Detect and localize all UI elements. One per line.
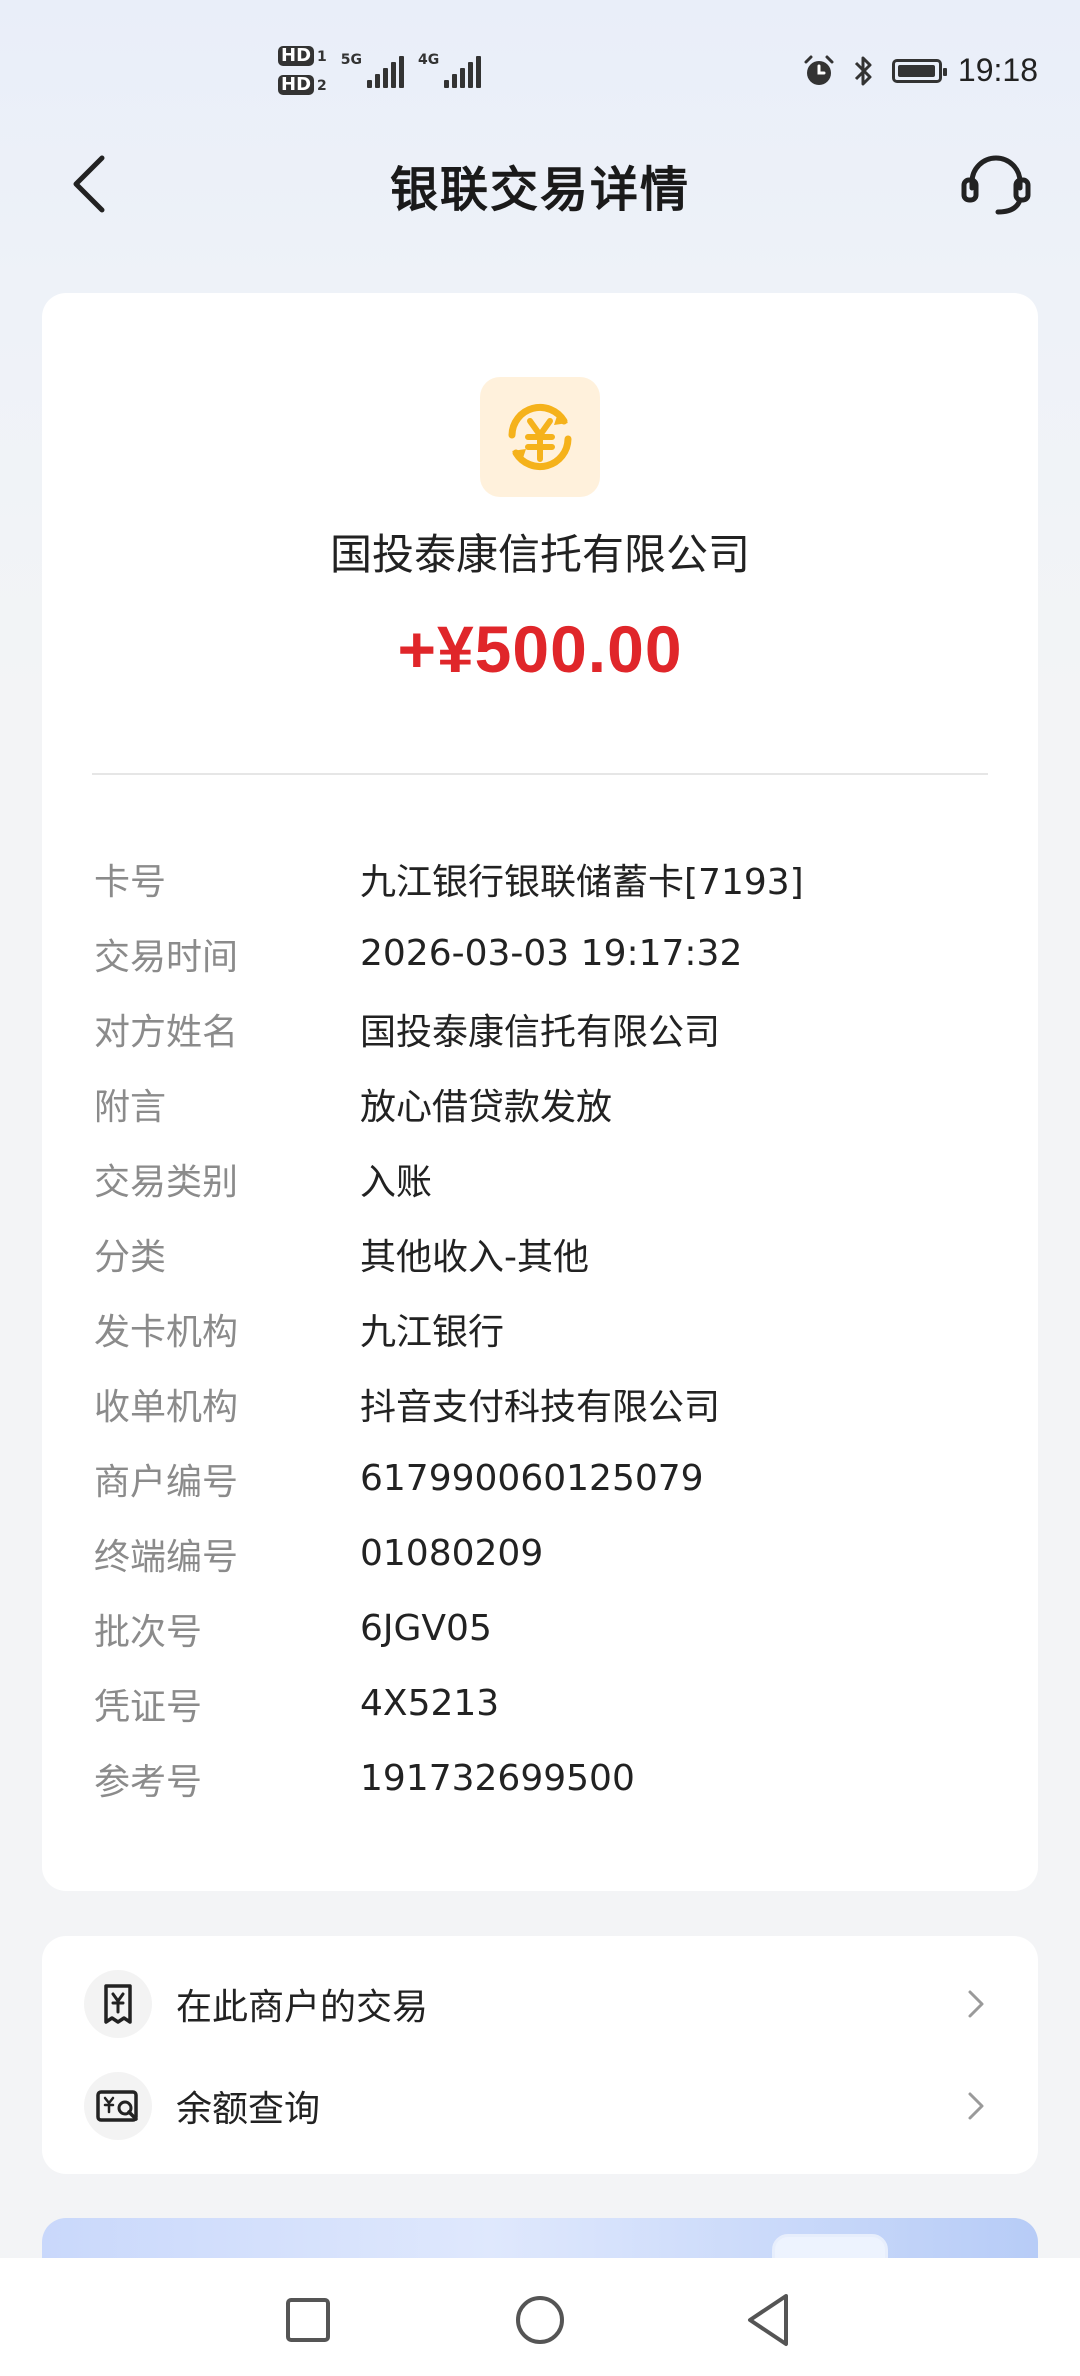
- detail-value: 2026-03-03 19:17:32: [360, 933, 743, 974]
- status-right: 19:18: [802, 52, 1038, 89]
- detail-row-reference: 参考号 191732699500: [94, 1741, 994, 1816]
- battery-icon: [891, 58, 947, 83]
- detail-label: 卡号: [94, 861, 167, 903]
- detail-value: 入账: [360, 1161, 433, 1203]
- hd1-indicator: HD 1: [278, 44, 327, 67]
- detail-label: 发卡机构: [94, 1311, 239, 1353]
- hd2-indicator: HD 2: [278, 73, 327, 96]
- header: 银联交易详情: [0, 130, 1080, 240]
- chevron-right-icon: [968, 1990, 984, 2018]
- detail-value: 其他收入-其他: [360, 1236, 589, 1278]
- hd-indicators: HD 1 HD 2: [278, 44, 327, 96]
- detail-label: 交易时间: [94, 936, 239, 978]
- merchant-name: 国投泰康信托有限公司: [329, 530, 750, 579]
- detail-row-time: 交易时间 2026-03-03 19:17:32: [94, 916, 994, 991]
- balance-query-link[interactable]: 余额查询: [42, 2056, 1038, 2156]
- signal-5g-icon: 5G: [341, 52, 404, 88]
- system-nav-bar: [0, 2258, 1080, 2376]
- detail-label: 参考号: [94, 1761, 203, 1803]
- detail-value: 放心借贷款发放: [360, 1086, 613, 1128]
- detail-value: 九江银行银联储蓄卡[7193]: [360, 861, 804, 903]
- detail-value: 617990060125079: [360, 1458, 704, 1499]
- detail-value: 01080209: [360, 1533, 544, 1574]
- detail-label: 商户编号: [94, 1461, 239, 1503]
- detail-label: 收单机构: [94, 1386, 239, 1428]
- merchant-transactions-link[interactable]: 在此商户的交易: [42, 1954, 1038, 2054]
- detail-value: 6JGV05: [360, 1608, 492, 1649]
- transaction-type-icon: [480, 377, 600, 497]
- signal-4g-icon: 4G: [418, 52, 482, 88]
- detail-label: 终端编号: [94, 1536, 239, 1578]
- detail-value: 抖音支付科技有限公司: [360, 1386, 721, 1428]
- bluetooth-icon: [854, 56, 872, 85]
- customer-service-icon[interactable]: [954, 142, 1038, 226]
- detail-label: 附言: [94, 1086, 167, 1128]
- detail-row-category: 分类 其他收入-其他: [94, 1216, 994, 1291]
- transaction-amount: +¥500.00: [397, 612, 683, 686]
- detail-row-remark: 附言 放心借贷款发放: [94, 1066, 994, 1141]
- detail-value: 4X5213: [360, 1683, 500, 1724]
- action-label: 余额查询: [176, 2089, 321, 2130]
- actions-card: 在此商户的交易 余额查询: [42, 1936, 1038, 2174]
- detail-row-merchant-id: 商户编号 617990060125079: [94, 1441, 994, 1516]
- chevron-right-icon: [968, 2092, 984, 2120]
- divider: [92, 773, 988, 775]
- yuan-exchange-icon: [508, 403, 572, 471]
- status-left: HD 1 HD 2 5G 4G: [278, 44, 482, 96]
- page-title: 银联交易详情: [389, 162, 690, 218]
- detail-row-type: 交易类别 入账: [94, 1141, 994, 1216]
- detail-value: 国投泰康信托有限公司: [360, 1011, 721, 1053]
- detail-value: 九江银行: [360, 1311, 505, 1353]
- detail-value: 191732699500: [360, 1758, 635, 1799]
- receipt-icon: [84, 1970, 152, 2038]
- detail-row-batch: 批次号 6JGV05: [94, 1591, 994, 1666]
- detail-label: 交易类别: [94, 1161, 239, 1203]
- detail-row-card-number: 卡号 九江银行银联储蓄卡[7193]: [94, 841, 994, 916]
- action-label: 在此商户的交易: [176, 1987, 429, 2028]
- recent-apps-button[interactable]: [268, 2280, 348, 2360]
- alarm-icon: [804, 55, 834, 85]
- clock-time: 19:18: [957, 52, 1038, 88]
- status-bar: HD 1 HD 2 5G 4G 19:18: [0, 0, 1080, 140]
- detail-row-voucher: 凭证号 4X5213: [94, 1666, 994, 1741]
- detail-row-issuer: 发卡机构 九江银行: [94, 1291, 994, 1366]
- detail-row-counterparty: 对方姓名 国投泰康信托有限公司: [94, 991, 994, 1066]
- detail-list: 卡号 九江银行银联储蓄卡[7193] 交易时间 2026-03-03 19:17:3…: [94, 841, 994, 1816]
- detail-row-acquirer: 收单机构 抖音支付科技有限公司: [94, 1366, 994, 1441]
- balance-query-icon: [84, 2072, 152, 2140]
- detail-label: 凭证号: [94, 1686, 203, 1728]
- transaction-card: 国投泰康信托有限公司 +¥500.00 卡号 九江银行银联储蓄卡[7193] 交易…: [42, 293, 1038, 1891]
- detail-row-terminal-id: 终端编号 01080209: [94, 1516, 994, 1591]
- back-nav-button[interactable]: [730, 2280, 810, 2360]
- home-button[interactable]: [500, 2280, 580, 2360]
- detail-label: 批次号: [94, 1611, 203, 1653]
- detail-label: 对方姓名: [94, 1011, 239, 1053]
- detail-label: 分类: [94, 1236, 167, 1278]
